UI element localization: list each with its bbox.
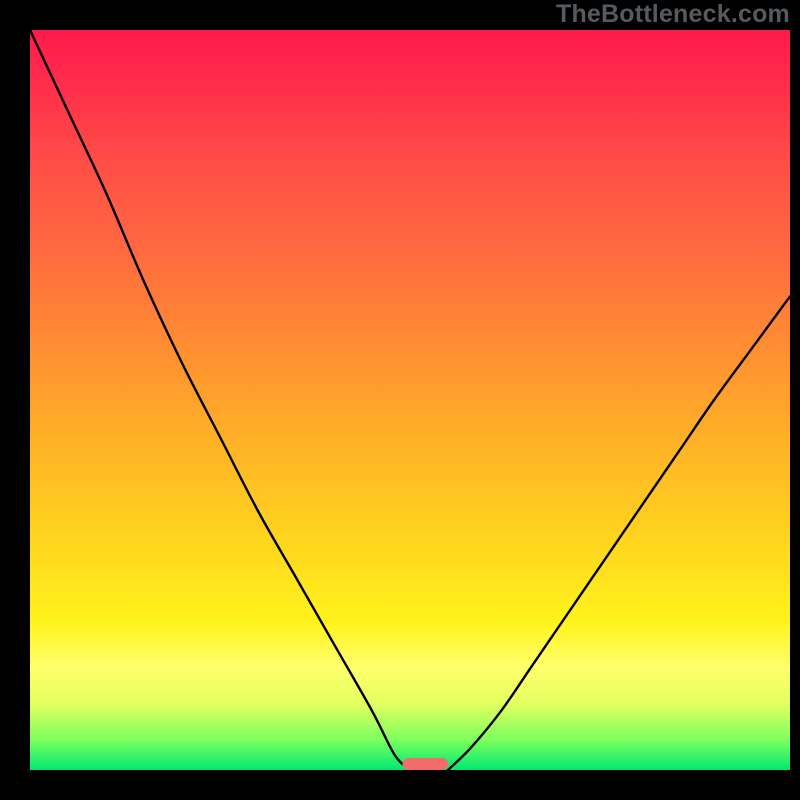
watermark-text: TheBottleneck.com bbox=[556, 0, 790, 29]
balance-point-marker bbox=[402, 758, 448, 770]
bottleneck-curve-left bbox=[30, 30, 410, 770]
curve-overlay bbox=[30, 30, 790, 770]
chart-container: TheBottleneck.com bbox=[0, 0, 800, 800]
plot-area bbox=[30, 30, 790, 770]
bottleneck-curve-right bbox=[448, 296, 790, 770]
